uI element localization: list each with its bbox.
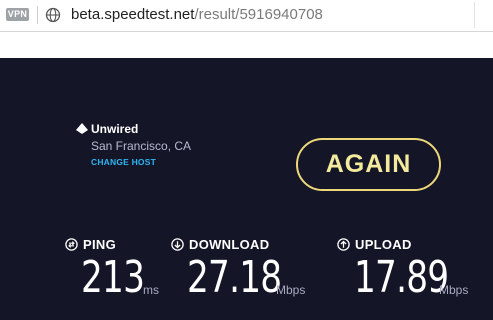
upload-unit: Mbps — [439, 283, 469, 297]
download-label: DOWNLOAD — [189, 237, 270, 252]
vpn-badge[interactable]: VPN — [6, 8, 29, 21]
browser-address-bar: VPN beta.speedtest.net/result/5916940708 — [0, 0, 493, 32]
download-value: 27.18 — [187, 252, 282, 303]
ping-value: 213 — [81, 252, 145, 303]
ping-metric: PING 213 ms — [65, 238, 175, 310]
download-unit: Mbps — [276, 283, 306, 297]
speedtest-result-panel: Unwired San Francisco, CA CHANGE HOST AG… — [0, 58, 493, 320]
page-header-gap — [0, 32, 493, 58]
upload-arrow-icon — [337, 238, 350, 251]
download-metric: DOWNLOAD 27.18 Mbps — [171, 238, 321, 310]
ping-label: PING — [83, 237, 116, 252]
download-arrow-icon — [171, 238, 184, 251]
upload-value: 17.89 — [354, 252, 449, 303]
url-field[interactable]: beta.speedtest.net/result/5916940708 — [71, 6, 323, 24]
isp-name: Unwired — [91, 122, 139, 136]
globe-icon[interactable] — [45, 7, 61, 23]
url-host: beta.speedtest.net — [71, 6, 195, 23]
address-separator — [37, 6, 38, 24]
isp-logo-icon — [76, 123, 88, 134]
ping-icon — [65, 238, 78, 251]
change-host-link[interactable]: CHANGE HOST — [91, 157, 156, 167]
upload-metric: UPLOAD 17.89 Mbps — [337, 238, 493, 310]
server-location: San Francisco, CA — [91, 139, 192, 153]
upload-label: UPLOAD — [355, 237, 412, 252]
address-bar-edge — [474, 2, 493, 28]
url-path: /result/5916940708 — [194, 6, 323, 23]
again-button[interactable]: AGAIN — [296, 138, 441, 191]
ping-unit: ms — [143, 283, 159, 297]
